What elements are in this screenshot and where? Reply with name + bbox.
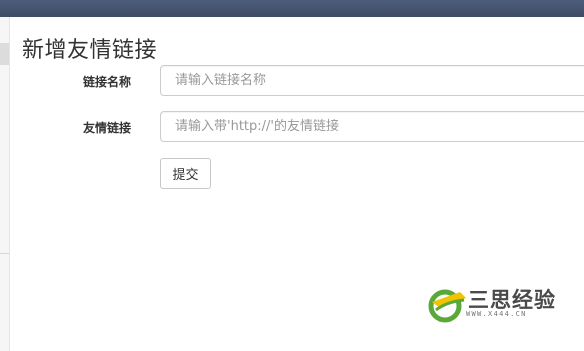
friend-link-url-input[interactable] bbox=[160, 111, 584, 142]
watermark-url: WWW.X444.CN bbox=[466, 310, 527, 318]
left-sidebar-edge bbox=[0, 17, 10, 351]
link-name-input[interactable] bbox=[160, 65, 584, 96]
link-name-label: 链接名称 bbox=[83, 75, 132, 89]
submit-button[interactable]: 提交 bbox=[160, 158, 211, 189]
friend-link-url-label: 友情链接 bbox=[83, 121, 132, 135]
sansi-logo-icon bbox=[428, 289, 466, 323]
page-title: 新增友情链接 bbox=[22, 38, 158, 63]
sidebar-active-marker bbox=[0, 43, 9, 65]
sidebar-divider bbox=[0, 253, 9, 254]
watermark: 三思经验 WWW.X444.CN bbox=[426, 280, 584, 330]
top-header-bar bbox=[0, 0, 584, 17]
